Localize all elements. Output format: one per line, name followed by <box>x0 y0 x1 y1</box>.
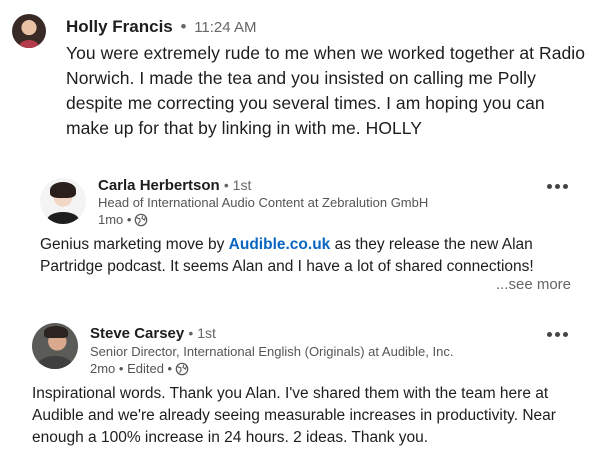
comment-author[interactable]: Carla Herbertson <box>98 177 220 194</box>
comment-author-line: Carla Herbertson • 1st <box>98 175 251 196</box>
connection-degree: • 1st <box>223 177 252 193</box>
connection-degree: • 1st <box>188 325 216 341</box>
comment-timestamp: 1mo • <box>98 212 132 227</box>
globe-icon <box>175 362 189 376</box>
mention-link[interactable]: Audible.co.uk <box>229 236 331 253</box>
comment-headline: Head of International Audio Content at Z… <box>98 195 429 210</box>
more-options-icon[interactable] <box>547 329 571 339</box>
message-header: Holly Francis • 11:24 AM <box>66 15 256 40</box>
comment-headline: Senior Director, International English (… <box>90 344 454 359</box>
comment-meta: 1mo • <box>98 211 148 229</box>
conversation-page: Holly Francis • 11:24 AM You were extrem… <box>0 0 603 471</box>
separator-dot: • <box>180 17 187 36</box>
avatar[interactable] <box>40 178 86 224</box>
comment-text: Genius marketing move by <box>40 236 229 253</box>
message-body: You were extremely rude to me when we wo… <box>66 43 585 138</box>
avatar[interactable] <box>32 323 78 369</box>
comment-author[interactable]: Steve Carsey <box>90 325 184 342</box>
message-author[interactable]: Holly Francis <box>66 17 173 36</box>
comment-timestamp: 2mo • Edited • <box>90 361 173 376</box>
globe-icon <box>135 213 148 227</box>
see-more-button[interactable]: ...see more <box>496 276 571 293</box>
comment-body: Genius marketing move by Audible.co.uk a… <box>40 234 570 278</box>
comment-author-line: Steve Carsey • 1st <box>90 323 216 344</box>
comment-body: Inspirational words. Thank you Alan. I'v… <box>32 385 556 446</box>
more-options-icon[interactable] <box>547 181 571 191</box>
message-time: 11:24 AM <box>194 19 257 36</box>
avatar[interactable] <box>12 14 46 48</box>
comment-meta: 2mo • Edited • <box>90 360 189 378</box>
